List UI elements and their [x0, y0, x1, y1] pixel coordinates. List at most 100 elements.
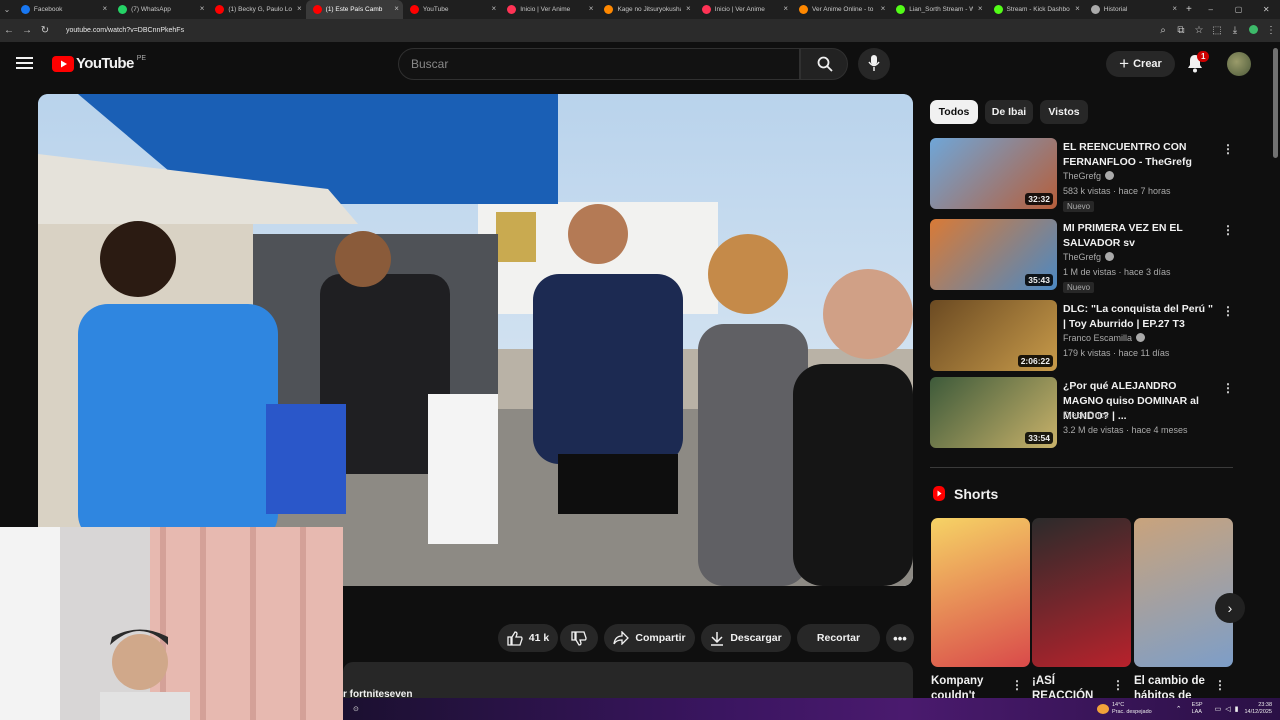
browser-tab[interactable]: Ver Anime Online - to × [792, 0, 889, 19]
video-player[interactable] [38, 94, 913, 586]
video-thumbnail[interactable]: 2:06:22 [930, 300, 1057, 371]
browser-tab[interactable]: Facebook × [14, 0, 111, 19]
network-icon[interactable]: ▭ [1215, 705, 1222, 713]
channel-label: TheGrefg [1063, 252, 1102, 262]
browser-tab[interactable]: (7) WhatsApp × [111, 0, 208, 19]
browser-tab[interactable]: (1) Becky G, Paulo Lon × [208, 0, 305, 19]
video-thumbnail[interactable]: 35:43 [930, 219, 1057, 290]
back-icon[interactable]: ← [0, 25, 18, 36]
browser-tab[interactable]: Lian_Sorth Stream - W × [889, 0, 986, 19]
browser-menu-icon[interactable]: ⋮ [1262, 25, 1280, 36]
tab-close-icon[interactable]: × [686, 4, 691, 13]
hamburger-menu-icon[interactable] [16, 56, 33, 70]
browser-tab[interactable]: Kage no Jitsuryokusha × [597, 0, 694, 19]
chip-watched[interactable]: Vistos [1040, 100, 1088, 124]
tab-label: Inicio | Ver Anime [714, 6, 765, 13]
tab-search-icon[interactable]: ⌄ [0, 5, 14, 14]
browser-tab[interactable]: YouTube × [403, 0, 500, 19]
tab-close-icon[interactable]: × [200, 4, 205, 13]
tab-close-icon[interactable]: × [881, 4, 886, 13]
zoom-icon[interactable]: ⌕ [1154, 25, 1172, 36]
install-icon[interactable]: ⧉ [1172, 25, 1190, 36]
channel-name[interactable]: TheGrefg [1063, 252, 1115, 262]
window-close-icon[interactable]: ✕ [1252, 5, 1280, 14]
video-title[interactable]: MI PRIMERA VEZ EN EL SALVADOR sv [1063, 221, 1213, 251]
like-button[interactable]: 41 k [498, 624, 558, 652]
taskbar-search-icon[interactable]: ⊙ [353, 705, 359, 713]
shorts-next-button[interactable]: › [1215, 593, 1245, 623]
short-thumbnail[interactable] [931, 518, 1030, 667]
chip-all[interactable]: Todos [930, 100, 978, 124]
recommendation-item[interactable]: 32:32 EL REENCUENTRO CON FERNANFLOO - The… [930, 138, 1260, 212]
new-tab-button[interactable]: + [1181, 4, 1197, 15]
tab-close-icon[interactable]: × [297, 4, 302, 13]
browser-tab[interactable]: Historial × [1084, 0, 1181, 19]
description-box[interactable]: r fortniteseven [343, 662, 913, 702]
video-title[interactable]: DLC: "La conquista del Perú " | Toy Abur… [1063, 302, 1213, 332]
recommendation-item[interactable]: 2:06:22 DLC: "La conquista del Perú " | T… [930, 300, 1260, 374]
recommendation-item[interactable]: 35:43 MI PRIMERA VEZ EN EL SALVADOR sv The… [930, 219, 1260, 293]
tray-chevron-icon[interactable]: ⌃ [1176, 705, 1182, 713]
youtube-logo[interactable]: YouTube PE [52, 55, 146, 72]
tab-close-icon[interactable]: × [1075, 4, 1080, 13]
create-label: Crear [1133, 58, 1162, 70]
recommendation-item[interactable]: 33:54 ¿Por qué ALEJANDRO MAGNO quiso DOMI… [930, 377, 1260, 451]
minimize-icon[interactable]: – [1197, 5, 1225, 14]
channel-name[interactable]: Dieck Docs [1063, 410, 1109, 420]
chip-de-ibai[interactable]: De Ibai [985, 100, 1033, 124]
browser-tab[interactable]: (1) Este País Camb × [305, 0, 403, 19]
bookmark-star-icon[interactable]: ☆ [1190, 25, 1208, 36]
tab-close-icon[interactable]: × [978, 4, 983, 13]
battery-icon[interactable]: ▮ [1235, 705, 1239, 713]
create-button[interactable]: + Crear [1106, 51, 1175, 77]
short-more-options-icon[interactable]: ⋮ [1214, 678, 1226, 692]
video-thumbnail[interactable]: 33:54 [930, 377, 1057, 448]
tab-close-icon[interactable]: × [394, 4, 399, 13]
more-options-icon[interactable]: ⋮ [1222, 142, 1234, 156]
video-title[interactable]: EL REENCUENTRO CON FERNANFLOO - TheGrefg [1063, 140, 1213, 170]
download-icon[interactable]: ⤓ [1226, 25, 1244, 36]
more-options-icon[interactable]: ⋮ [1222, 381, 1234, 395]
avatar[interactable] [1227, 52, 1251, 76]
short-more-options-icon[interactable]: ⋮ [1112, 678, 1124, 692]
tab-close-icon[interactable]: × [1172, 4, 1177, 13]
tab-close-icon[interactable]: × [783, 4, 788, 13]
video-thumbnail[interactable]: 32:32 [930, 138, 1057, 209]
search-button[interactable] [800, 48, 848, 80]
clip-button[interactable]: Recortar [797, 624, 880, 652]
share-button[interactable]: Compartir [604, 624, 695, 652]
channel-name[interactable]: TheGrefg [1063, 171, 1115, 181]
browser-tab[interactable]: Inicio | Ver Anime × [500, 0, 597, 19]
more-options-icon[interactable]: ⋮ [1222, 223, 1234, 237]
short-thumbnail[interactable] [1134, 518, 1233, 667]
maximize-icon[interactable]: ▢ [1225, 5, 1253, 14]
tab-favicon-icon [312, 5, 322, 14]
download-button[interactable]: Descargar [701, 624, 791, 652]
tab-close-icon[interactable]: × [589, 4, 594, 13]
browser-tab[interactable]: Stream - Kick Dashbo × [987, 0, 1084, 19]
more-options-icon[interactable]: ⋮ [1222, 304, 1234, 318]
weather-widget[interactable]: 14°C Prac. despejado [1112, 702, 1152, 716]
short-thumbnail[interactable] [1032, 518, 1131, 667]
browser-tab[interactable]: Inicio | Ver Anime × [695, 0, 792, 19]
short-more-options-icon[interactable]: ⋮ [1011, 678, 1023, 692]
voice-search-button[interactable] [858, 48, 890, 80]
new-badge: Nuevo [1063, 201, 1095, 212]
notifications-button[interactable]: 1 [1186, 51, 1210, 78]
clock[interactable]: 23:38 14/12/2025 [1244, 702, 1272, 716]
channel-name[interactable]: Franco Escamilla [1063, 333, 1146, 343]
more-actions-button[interactable]: ••• [886, 624, 914, 652]
forward-icon[interactable]: → [18, 25, 36, 36]
page-scrollbar-thumb[interactable] [1273, 48, 1278, 158]
tab-close-icon[interactable]: × [102, 4, 107, 13]
volume-icon[interactable]: ◁ [1225, 705, 1230, 713]
duration-badge: 2:06:22 [1017, 355, 1053, 367]
reload-icon[interactable]: ↻ [36, 25, 54, 36]
extensions-icon[interactable]: ⬚ [1208, 25, 1226, 36]
language-indicator[interactable]: ESP LAA [1192, 702, 1203, 716]
profile-icon[interactable] [1244, 24, 1262, 37]
search-input[interactable] [398, 48, 800, 80]
dislike-button[interactable] [560, 624, 598, 652]
tab-close-icon[interactable]: × [492, 4, 497, 13]
address-bar[interactable]: youtube.com/watch?v=DBCnnPkehFs [66, 27, 184, 34]
